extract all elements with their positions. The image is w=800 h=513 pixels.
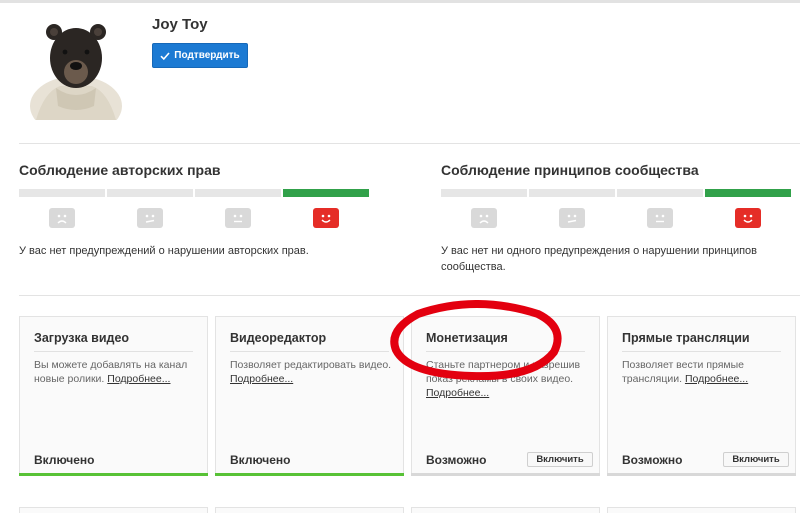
card-description: Вы можете добавлять на канал новые ролик… xyxy=(34,358,199,386)
divider-middle xyxy=(19,295,800,296)
learn-more-link[interactable]: Подробнее... xyxy=(426,387,489,399)
top-border xyxy=(0,0,800,3)
happy-youtube-icon xyxy=(735,208,761,228)
channel-avatar[interactable] xyxy=(26,14,125,120)
community-section: Соблюдение принципов сообщества У вас не… xyxy=(441,162,791,273)
copyright-title: Соблюдение авторских прав xyxy=(19,162,221,178)
strike-segment xyxy=(441,189,527,197)
learn-more-link[interactable]: Подробнее... xyxy=(230,373,293,385)
card-status: Возможно xyxy=(426,453,487,467)
community-title: Соблюдение принципов сообщества xyxy=(441,162,699,178)
card-description: Станьте партнером и разрешив показ рекла… xyxy=(426,358,591,400)
community-face-row xyxy=(441,208,791,228)
channel-name: Joy Toy xyxy=(152,16,208,33)
copyright-face-row xyxy=(19,208,369,228)
divider-top xyxy=(19,143,800,144)
card-peek xyxy=(411,507,600,513)
frown-face-icon xyxy=(559,208,585,228)
strike-segment xyxy=(617,189,703,197)
card-title: Видеоредактор xyxy=(230,331,327,345)
strike-segment-active xyxy=(705,189,791,197)
card-title: Монетизация xyxy=(426,331,508,345)
strike-segment xyxy=(19,189,105,197)
community-strike-bar xyxy=(441,189,791,197)
card-status: Включено xyxy=(34,453,95,467)
card-status: Включено xyxy=(230,453,291,467)
card-title: Прямые трансляции xyxy=(622,331,750,345)
copyright-section: Соблюдение авторских прав У вас нет пред… xyxy=(19,162,369,257)
verify-button-label: Подтвердить xyxy=(174,50,240,61)
card-description: Позволяет редактировать видео. Подробнее… xyxy=(230,358,395,386)
neutral-face-icon xyxy=(647,208,673,228)
neutral-face-icon xyxy=(225,208,251,228)
card-separator xyxy=(622,351,781,352)
enable-monetization-button[interactable]: Включить xyxy=(527,452,593,467)
card-bar xyxy=(607,473,796,476)
card-description-text: Позволяет редактировать видео. xyxy=(230,359,392,371)
card-enabled-bar xyxy=(19,473,208,476)
strike-segment xyxy=(195,189,281,197)
card-bar xyxy=(411,473,600,476)
card-status: Возможно xyxy=(622,453,683,467)
feature-card-live: Прямые трансляции Позволяет вести прямые… xyxy=(607,316,796,476)
card-peek xyxy=(19,507,208,513)
card-separator xyxy=(34,351,193,352)
strike-segment xyxy=(529,189,615,197)
copyright-message: У вас нет предупреждений о нарушении авт… xyxy=(19,245,309,257)
feature-card-editor: Видеоредактор Позволяет редактировать ви… xyxy=(215,316,404,476)
feature-card-upload: Загрузка видео Вы можете добавлять на ка… xyxy=(19,316,208,476)
card-peek xyxy=(607,507,796,513)
card-peek xyxy=(215,507,404,513)
card-enabled-bar xyxy=(215,473,404,476)
card-separator xyxy=(426,351,585,352)
checkmark-icon xyxy=(160,51,170,60)
card-description-text: Станьте партнером и разрешив показ рекла… xyxy=(426,359,581,385)
happy-youtube-icon xyxy=(313,208,339,228)
learn-more-link[interactable]: Подробнее... xyxy=(685,373,748,385)
frown-face-icon xyxy=(137,208,163,228)
bear-icon xyxy=(30,24,122,120)
sad-face-icon xyxy=(49,208,75,228)
copyright-strike-bar xyxy=(19,189,369,197)
enable-live-button[interactable]: Включить xyxy=(723,452,789,467)
strike-segment xyxy=(107,189,193,197)
feature-card-monetization: Монетизация Станьте партнером и разрешив… xyxy=(411,316,600,476)
card-description: Позволяет вести прямые трансляции. Подро… xyxy=(622,358,787,386)
card-title: Загрузка видео xyxy=(34,331,130,345)
strike-segment-active xyxy=(283,189,369,197)
learn-more-link[interactable]: Подробнее... xyxy=(107,373,170,385)
community-message: У вас нет ни одного предупреждения о нар… xyxy=(441,245,758,273)
sad-face-icon xyxy=(471,208,497,228)
card-separator xyxy=(230,351,389,352)
verify-button[interactable]: Подтвердить xyxy=(152,43,248,68)
